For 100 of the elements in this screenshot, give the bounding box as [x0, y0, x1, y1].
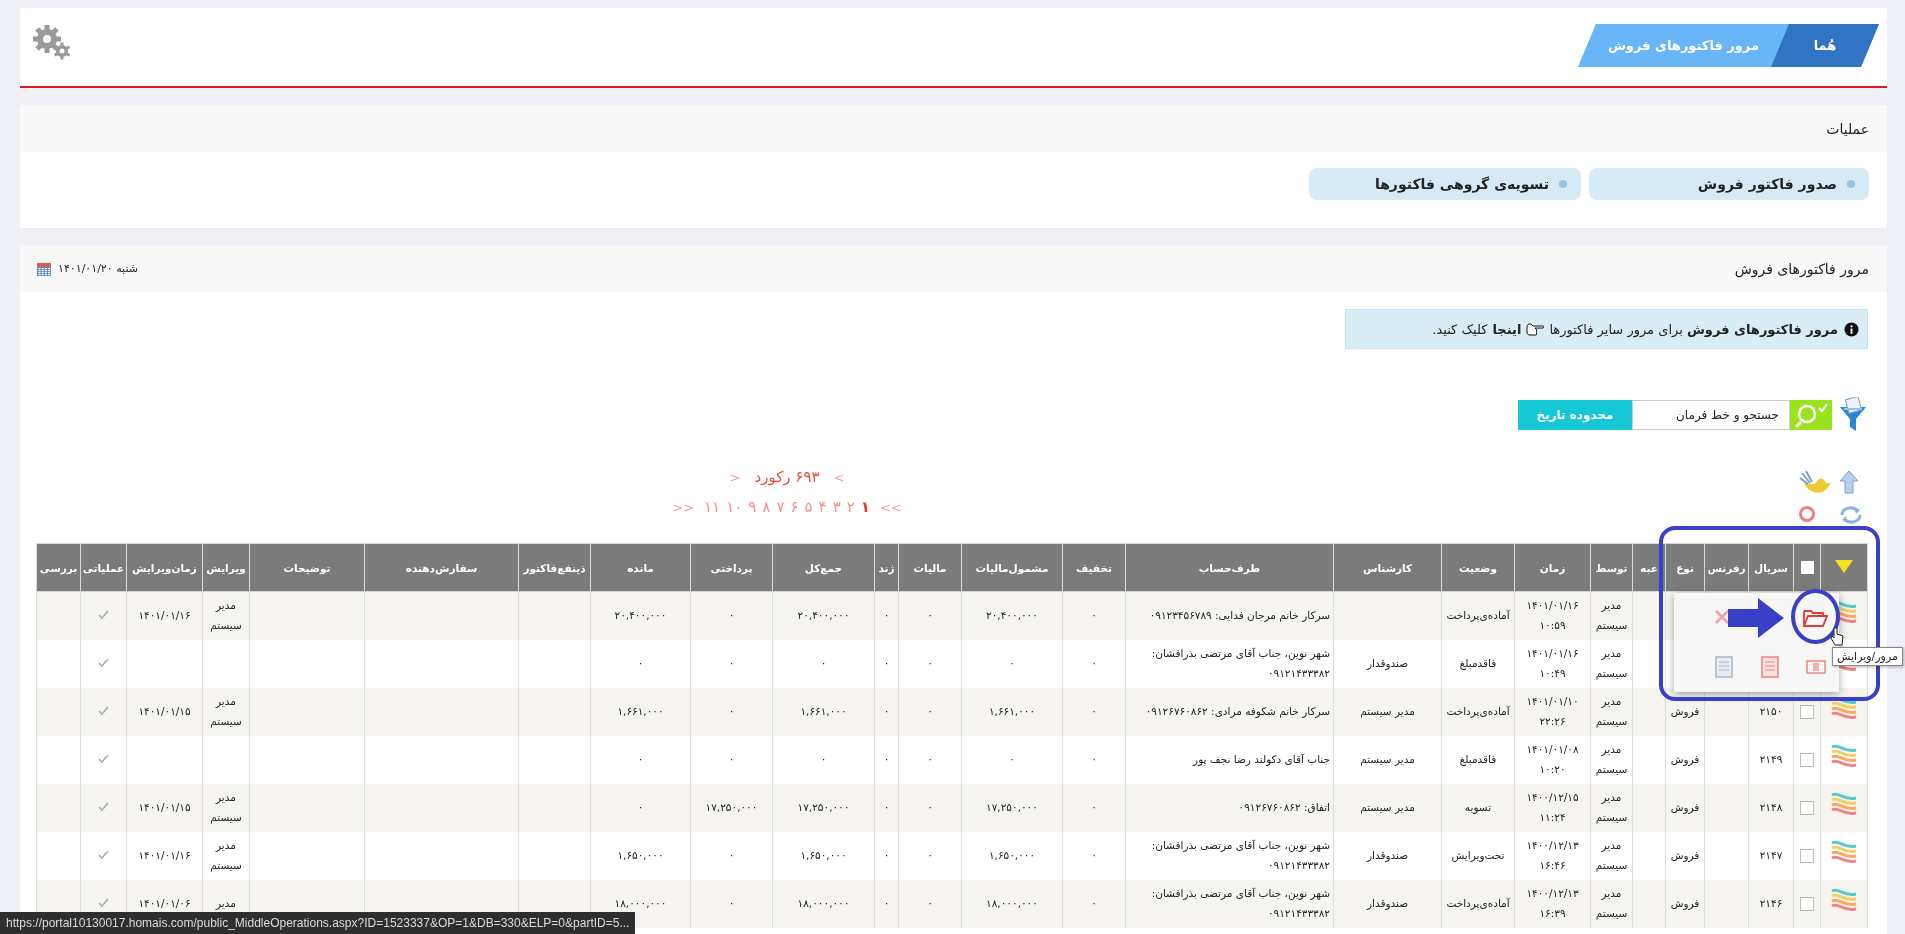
table-cell: ۱۴۰۱/۰۱/۱۶	[126, 591, 203, 640]
operation-button[interactable]: صدور فاکتور فروش	[1589, 168, 1869, 200]
table-cell: ۲۱۴۸	[1748, 784, 1794, 832]
column-header[interactable]: زمان	[1514, 543, 1591, 592]
page-link[interactable]: ۴	[818, 498, 827, 516]
table-cell: ۰	[961, 736, 1063, 784]
dollar-icon[interactable]	[1806, 659, 1826, 675]
table-cell: ۰	[690, 880, 773, 928]
page-link[interactable]: ۷	[776, 498, 785, 516]
page-link[interactable]: ۳	[832, 498, 841, 516]
table-cell: مدیر سیستم	[1590, 640, 1633, 688]
table-cell: ۰	[898, 880, 962, 928]
column-header[interactable]: ژند	[874, 543, 899, 592]
table-cell: ۱۷,۲۵۰,۰۰۰	[690, 784, 773, 832]
column-header[interactable]: عملیاتی	[80, 543, 127, 592]
column-header[interactable]: سفارش‌دهنده	[364, 543, 519, 592]
column-header[interactable]: تخفیف	[1062, 543, 1126, 592]
page-link[interactable]: ۵	[804, 498, 813, 516]
table-cell: ۰	[1062, 688, 1126, 736]
table-cell: مدیر سیستم	[1590, 736, 1633, 784]
column-header[interactable]: طرف‌حساب	[1125, 543, 1334, 592]
column-header[interactable]: ویرایش	[202, 543, 250, 592]
funnel-icon[interactable]	[1838, 397, 1868, 433]
page-link[interactable]: ۲	[846, 498, 855, 516]
page-link[interactable]: ۶	[790, 498, 799, 516]
column-header[interactable]: زمان‌ویرایش	[126, 543, 203, 592]
column-header[interactable]: مانده	[590, 543, 691, 592]
table-cell: صندوقدار	[1333, 832, 1442, 880]
column-header[interactable]: نوع	[1665, 543, 1705, 592]
column-header[interactable]: سریال	[1748, 543, 1794, 592]
table-cell: مدیر سیستم	[1590, 832, 1633, 880]
column-header[interactable]: وضعیت	[1441, 543, 1515, 592]
table-cell: تسویه	[1441, 784, 1515, 832]
date-label: شنبه ۱۴۰۱/۰۱/۲۰	[58, 262, 138, 275]
table-cell: ۱,۶۶۱,۰۰۰	[772, 688, 875, 736]
table-cell: ۰	[1062, 640, 1126, 688]
table-cell: ۰	[874, 880, 899, 928]
row-checkbox[interactable]	[1800, 705, 1814, 720]
upload-icon[interactable]	[1838, 469, 1860, 495]
table-cell: ۰	[874, 640, 899, 688]
select-all-checkbox[interactable]	[1800, 561, 1814, 575]
search-field[interactable]: جستجو و خط فرمان	[1632, 400, 1790, 430]
tooltip: مرور/ویرایش	[1832, 647, 1903, 666]
table-cell: جناب آقای دکولند رضا نجف پور	[1125, 736, 1334, 784]
here-link[interactable]: اینجا	[1492, 321, 1522, 337]
column-header[interactable]: رفرنس	[1704, 543, 1749, 592]
folder-icon[interactable]	[1802, 608, 1828, 628]
table-cell: ۰	[898, 688, 962, 736]
column-header[interactable]: پرداختی	[690, 543, 773, 592]
table-cell: ۱۴۰۱/۰۱/۱۵	[126, 688, 203, 736]
column-header[interactable]: مشمول‌مالیات	[961, 543, 1063, 592]
document-icon[interactable]	[1761, 656, 1779, 678]
settings-icon[interactable]	[32, 24, 72, 60]
page-link[interactable]: ۱۰	[726, 498, 743, 516]
table-cell: مدیر سیستم	[1590, 591, 1633, 640]
row-checkbox[interactable]	[1800, 897, 1814, 912]
page-link[interactable]: ۱۱	[704, 498, 721, 516]
table-cell: ۰	[772, 640, 875, 688]
table-cell: ۱۴۰۱/۰۱/۱۶ ۱۰:۴۹	[1514, 640, 1591, 688]
table-cell: ۰	[690, 688, 773, 736]
page-link[interactable]: ۹	[748, 498, 757, 516]
circle-icon[interactable]	[1798, 505, 1816, 523]
column-header[interactable]: بررسی	[36, 543, 81, 592]
table-cell: ۲۱۴۶	[1748, 880, 1794, 928]
annotation-arrow	[1728, 598, 1784, 638]
sort-triangle-icon[interactable]	[1834, 559, 1854, 574]
table-cell: شهر نوین، جناب آقای مرتضی بذرافشان: ۰۹۱۲۱۴۳۳۳۸۲	[1125, 880, 1334, 928]
table-cell: صندوقدار	[1333, 880, 1442, 928]
document-icon[interactable]	[1715, 656, 1733, 678]
table-cell: ۰	[1062, 591, 1126, 640]
table-cell: اتفاق: ۰۹۱۲۶۷۶۰۸۶۲	[1125, 784, 1334, 832]
breadcrumb-link[interactable]: مرور فاکتورهای فروش	[1577, 24, 1789, 67]
table-cell: ۲۱۴۹	[1748, 736, 1794, 784]
table-cell: ۰	[590, 784, 691, 832]
column-header[interactable]: ذینفع‌فاکتور	[518, 543, 591, 592]
calendar-icon[interactable]	[36, 260, 52, 277]
table-cell: ۱۴۰۱/۰۱/۱۵	[126, 784, 203, 832]
table-cell: شهر نوین، جناب آقای مرتضی بذرافشان: ۰۹۱۲۱۴۳۳۳۸۲	[1125, 832, 1334, 880]
row-checkbox[interactable]	[1800, 753, 1814, 768]
table-cell: مدیر سیستم	[1333, 688, 1442, 736]
page-link[interactable]: ۱	[860, 498, 870, 516]
table-cell: ۰	[590, 640, 691, 688]
column-header[interactable]: جمع‌کل	[772, 543, 875, 592]
row-checkbox[interactable]	[1800, 801, 1814, 816]
table-cell: ۱,۶۶۱,۰۰۰	[961, 688, 1063, 736]
column-header[interactable]: توضیحات	[249, 543, 365, 592]
column-header[interactable]: مالیات	[898, 543, 962, 592]
refresh-icon[interactable]	[1838, 505, 1864, 525]
table-cell: ۱,۶۶۱,۰۰۰	[590, 688, 691, 736]
page-link[interactable]: ۸	[762, 498, 771, 516]
close-icon[interactable]	[1714, 609, 1730, 625]
row-checkbox[interactable]	[1800, 849, 1814, 864]
table-cell: ۱۷,۲۵۰,۰۰۰	[961, 784, 1063, 832]
wave-icon	[1831, 743, 1857, 770]
operation-button[interactable]: تسویه‌ی گروهی فاکتورها	[1309, 168, 1581, 200]
table-cell: ۰	[1062, 832, 1126, 880]
column-header[interactable]: توسط	[1590, 543, 1633, 592]
search-button[interactable]	[1790, 400, 1832, 430]
table-cell: مدیر سیستم	[202, 832, 250, 880]
column-header[interactable]: کارشناس	[1333, 543, 1442, 592]
